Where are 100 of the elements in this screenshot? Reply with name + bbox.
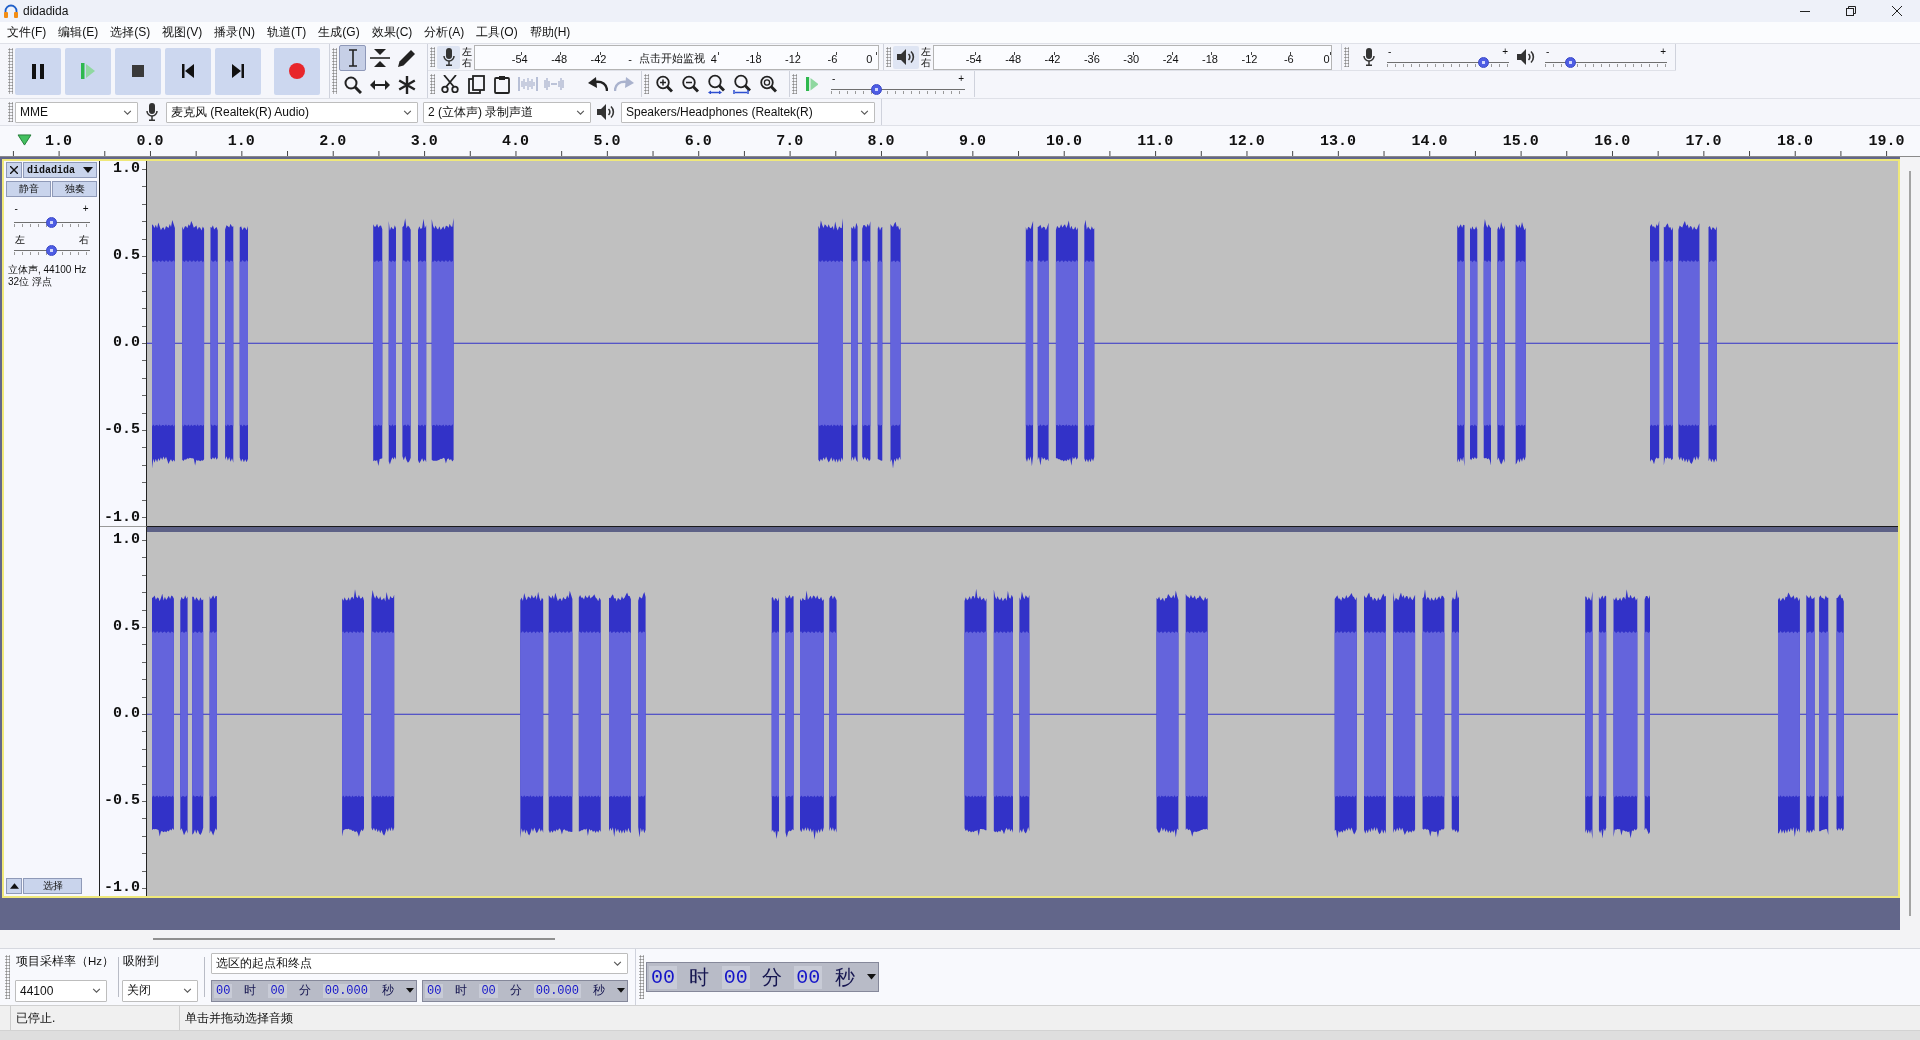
audio-host-dropdown[interactable]: MME [15,101,138,123]
caret-icon [83,167,93,173]
slider-thumb[interactable] [871,84,883,95]
speaker-icon [597,104,615,120]
toolbar-grabber[interactable] [430,74,435,94]
menu-item[interactable]: 播录(N) [208,22,261,43]
caret-icon [616,988,625,993]
selection-tool-button[interactable] [339,44,366,71]
menu-item[interactable]: 轨道(T) [261,22,313,43]
toolbar-grabber[interactable] [5,955,10,999]
playback-meter-button[interactable] [893,45,919,69]
track-info-text: 立体声, 44100 Hz [8,264,88,276]
menu-item[interactable]: 生成(G) [312,22,366,43]
menu-item[interactable]: 效果(C) [365,22,419,43]
meter-scale-label: 0 [866,52,873,65]
scissors-icon [441,75,459,93]
stop-icon [132,65,144,77]
slider-max-label: 右 [78,234,89,245]
redo-icon [614,77,634,91]
pencil-icon [397,48,416,67]
undo-icon [588,77,608,91]
selection-mode-dropdown[interactable]: 选区的起点和终点 [211,952,628,974]
skip-to-end-icon [232,64,244,78]
menu-item[interactable]: 分析(A) [418,22,471,43]
horizontal-scrollbar[interactable] [153,938,555,940]
time-label: 16.0 [1594,132,1631,150]
start-time-field[interactable]: 00 时 00 分 00.000 秒 [211,979,417,1002]
amplitude-label: -1.0 [104,509,140,526]
triangle-up-icon [9,883,19,889]
output-device-dropdown[interactable]: Speakers/Headphones (Realtek(R) [621,101,875,123]
slider-min-label: - [1388,46,1392,57]
meter-prompt: 点击开始监视 [638,52,705,65]
time-label: 5.0 [593,132,621,150]
input-channels-dropdown[interactable]: 2 (立体声) 录制声道 [423,101,591,123]
copy-icon [467,74,485,94]
meter-scale-label: -6 [826,52,839,65]
toolbar-grabber[interactable] [886,47,891,67]
slider-thumb[interactable] [46,245,57,256]
track-name-dropdown[interactable]: didadida [23,162,97,178]
menu-item[interactable]: 视图(V) [156,22,209,43]
double-magnifier-icon [759,75,777,93]
input-device-dropdown[interactable]: 麦克风 (Realtek(R) Audio) [166,101,418,123]
channel-label: 左 [462,46,472,57]
record-meter-button[interactable] [437,45,460,69]
slider-thumb[interactable] [1565,57,1577,68]
meter-scale-label: -48 [1004,52,1023,65]
slider-thumb[interactable] [1477,57,1489,68]
menu-item[interactable]: 编辑(E) [52,22,105,43]
skip-to-start-button[interactable] [165,47,211,95]
time-display[interactable]: 00 时 00 分 00 秒 [646,962,879,992]
amplitude-label: 1.0 [113,161,140,177]
toolbar-grabber[interactable] [792,74,797,94]
toolbar-grabber[interactable] [639,955,644,999]
status-text: 已停止. [16,1009,56,1027]
record-icon [289,63,305,79]
mute-button[interactable]: 静音 [6,181,51,197]
slider-thumb[interactable] [46,217,57,228]
menu-item[interactable]: 帮助(H) [523,22,577,43]
microphone-icon [146,103,158,121]
end-time-field[interactable]: 00 时 00 分 00.000 秒 [422,979,628,1002]
time-label: 12.0 [1228,132,1265,150]
time-label: 1.0 [45,132,73,150]
time-label: 1.0 [227,132,255,150]
magnifier-arrow-icon [707,74,725,94]
vertical-scrollbar[interactable] [1909,171,1911,916]
channel-label: 左 [921,46,931,57]
timeline-ruler[interactable]: 1.0 0.0 1.0 2.0 3.0 4.0 5.0 6.0 7.0 8.0 9.0 10.0 11.0 12.0 13.0 14.0 15.0 16.0 17.0 18.0 19.0 [0,126,1920,157]
amplitude-label: -1.0 [104,880,140,896]
time-label: 15.0 [1502,132,1539,150]
headphones-icon [4,4,18,18]
time-label: 4.0 [502,132,530,150]
meter-scale-label: -42 [1043,52,1062,65]
menu-item[interactable]: 文件(F) [1,22,53,43]
skip-to-end-button[interactable] [215,47,261,95]
caret-icon [183,988,192,993]
time-label: 13.0 [1320,132,1357,150]
meter-scale-label: -18 [1201,52,1219,65]
solo-button[interactable]: 独奏 [52,181,97,197]
record-button[interactable] [274,47,320,95]
menu-item[interactable]: 工具(O) [470,22,524,43]
amplitude-label: 0.5 [113,248,140,265]
snap-dropdown[interactable]: 关闭 [122,979,198,1002]
stop-button[interactable] [115,47,161,95]
audio-track[interactable]: didadida 静音 独奏 - + 左 右 立体声, 44100 Hz 32位 浮点 选择 1.0 0.5 0.0 -0.5 -1.0 1.0 0.5 0.0 -0.5 -1.0 [2,159,1900,898]
playback-level-meter[interactable]: -54 -48 -42 -36 -30 -24 -18 -12 -6 0 [933,44,1332,70]
sample-rate-dropdown[interactable]: 44100 [15,979,107,1002]
toolbar-grabber[interactable] [644,74,649,94]
flat-wave-icon [544,77,564,91]
select-track-button[interactable]: 选择 [23,878,82,894]
toolbar-grabber[interactable] [8,102,13,122]
collapse-button[interactable] [6,878,22,894]
toolbar-grabber[interactable] [1344,47,1349,67]
bracketed-wave-icon [518,77,538,91]
caret-icon [403,109,412,115]
pause-button[interactable] [15,47,61,95]
slider-max-label: + [1660,46,1666,57]
menu-item[interactable]: 选择(S) [104,22,157,43]
amplitude-label: 0.0 [113,705,140,722]
recording-level-meter[interactable]: -54 -48 -42 - 点击开始监视 4 -18 -12 -6 0 [474,44,879,70]
field-label: 吸附到 [122,953,159,969]
